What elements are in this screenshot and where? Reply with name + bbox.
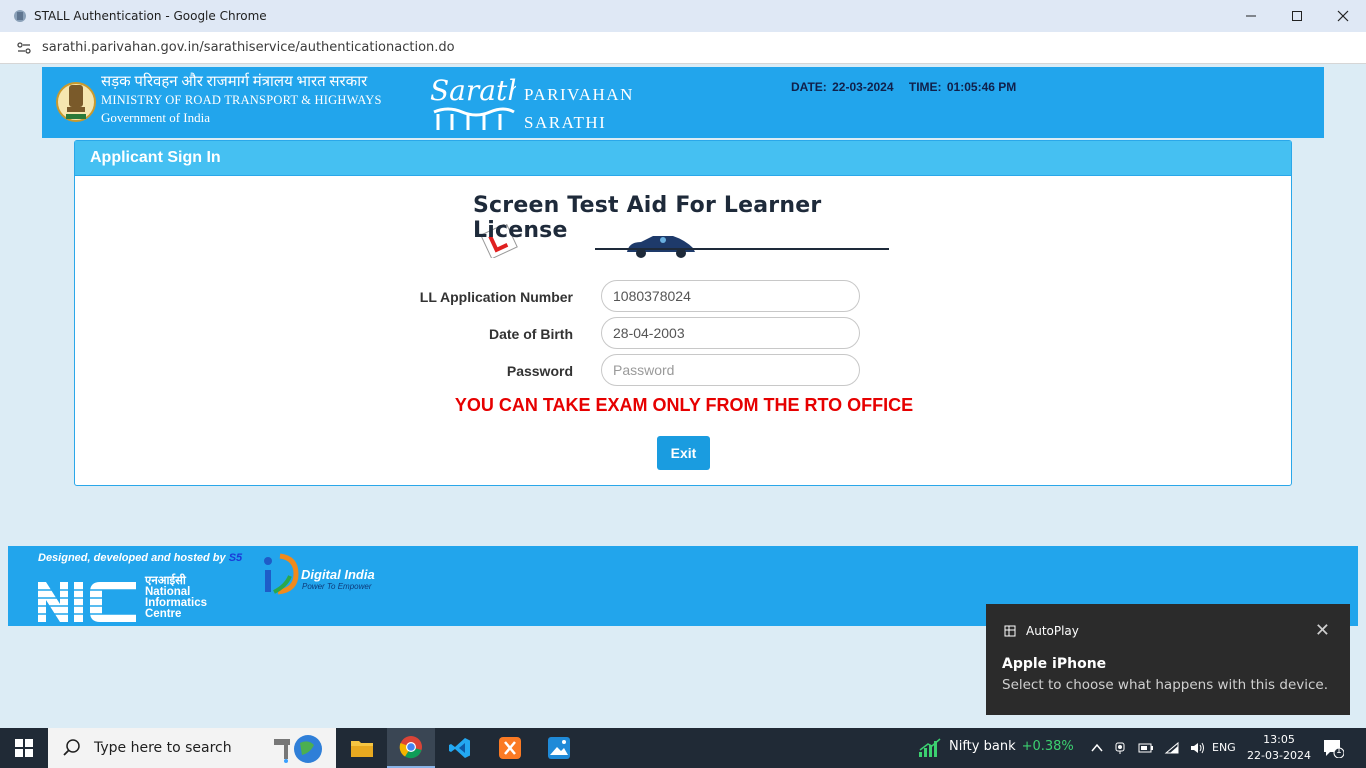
url-text[interactable]: sarathi.parivahan.gov.in/sarathiservice/… <box>42 40 455 55</box>
browser-title-bar: STALL Authentication - Google Chrome <box>0 0 1366 32</box>
brand-name: PARIVAHAN SARATHI <box>524 81 634 137</box>
dob-label: Date of Birth <box>489 326 573 342</box>
password-input[interactable] <box>601 354 860 386</box>
toast-body: Select to choose what happens with this … <box>1002 677 1329 693</box>
digital-india-logo-icon <box>264 553 299 595</box>
window-title: STALL Authentication - Google Chrome <box>34 9 267 23</box>
taskbar-clock[interactable]: 13:05 22-03-2024 <box>1246 732 1312 764</box>
taskbar-search-box[interactable]: Type here to search <box>48 728 336 768</box>
designed-by-label: Designed, developed and hosted by <box>38 552 226 564</box>
designed-by-brand: S5 <box>228 552 243 564</box>
address-bar[interactable]: sarathi.parivahan.gov.in/sarathiservice/… <box>0 32 1366 64</box>
dob-input[interactable] <box>601 317 860 349</box>
photos-taskbar-icon[interactable] <box>535 728 583 768</box>
close-window-button[interactable] <box>1320 0 1366 32</box>
maximize-icon <box>1292 11 1302 21</box>
digital-india-tagline: Power To Empower <box>302 582 372 591</box>
maximize-button[interactable] <box>1274 0 1320 32</box>
nifty-change: +0.38% <box>1021 739 1074 754</box>
government-label: Government of India <box>101 110 211 125</box>
search-highlight-icon <box>274 735 322 763</box>
date-time: DATE: 22-03-2024 TIME: 01:05:46 PM <box>791 80 1018 94</box>
webcam-icon[interactable] <box>1114 741 1128 755</box>
search-icon <box>63 739 80 756</box>
exit-button[interactable]: Exit <box>657 436 710 470</box>
toast-title: Apple iPhone <box>1002 656 1107 672</box>
svg-text:Sarathi: Sarathi <box>430 74 516 107</box>
windows-logo-icon <box>15 739 33 757</box>
folder-icon <box>351 741 373 757</box>
date-value: 22-03-2024 <box>832 80 894 94</box>
nic-line-centre: Centre <box>145 608 182 620</box>
system-tray <box>1090 728 1206 768</box>
file-explorer-taskbar-icon[interactable] <box>338 728 386 768</box>
app-number-label: LL Application Number <box>419 289 573 305</box>
nic-text: एनआईसी National Informatics Centre <box>145 575 207 620</box>
start-button[interactable] <box>0 728 48 768</box>
wifi-icon[interactable] <box>1164 741 1180 755</box>
date-label: DATE: <box>791 80 827 94</box>
toast-close-icon[interactable]: ✕ <box>1315 620 1330 641</box>
site-header: सड़क परिवहन और राजमार्ग मंत्रालय भारत सर… <box>42 67 1324 138</box>
clock-time: 13:05 <box>1263 733 1295 746</box>
stock-chart-icon <box>919 738 941 757</box>
battery-icon[interactable] <box>1138 741 1154 755</box>
xampp-icon <box>499 737 521 759</box>
learner-license-banner: Screen Test Aid For Learner License <box>473 190 893 258</box>
vscode-taskbar-icon[interactable] <box>436 728 484 768</box>
national-emblem-icon <box>56 82 96 122</box>
minimize-button[interactable] <box>1228 0 1274 32</box>
xampp-taskbar-icon[interactable] <box>486 728 534 768</box>
panel-title: Applicant Sign In <box>75 141 1291 176</box>
minimize-icon <box>1246 15 1256 17</box>
sign-in-panel: Applicant Sign In Screen Test Aid For Le… <box>74 140 1292 486</box>
rto-warning-text: YOU CAN TAKE EXAM ONLY FROM THE RTO OFFI… <box>454 395 914 415</box>
nifty-label: Nifty bank <box>949 739 1016 754</box>
designed-by-text: Designed, developed and hosted by S5 <box>38 552 242 564</box>
password-label: Password <box>506 363 573 379</box>
sarathi-logo-icon: Sarathi <box>430 74 516 130</box>
page-favicon-icon <box>14 10 26 22</box>
clock-date: 22-03-2024 <box>1247 749 1311 762</box>
digital-india-text: Digital India <box>301 567 375 582</box>
notification-count: 1 <box>1336 746 1342 756</box>
ministry-english: MINISTRY OF ROAD TRANSPORT & HIGHWAYS <box>101 93 382 107</box>
app-number-input[interactable] <box>601 280 860 312</box>
search-placeholder: Type here to search <box>94 740 232 756</box>
banner-underline <box>595 248 889 250</box>
vscode-icon <box>449 738 470 758</box>
time-label: TIME: <box>908 80 942 94</box>
notification-center-button[interactable]: 1 <box>1322 738 1345 759</box>
brand-line-parivahan: PARIVAHAN <box>524 85 634 104</box>
volume-icon[interactable] <box>1190 741 1206 755</box>
ministry-block: सड़क परिवहन और राजमार्ग मंत्रालय भारत सर… <box>101 73 382 127</box>
autoplay-icon <box>1004 625 1016 637</box>
ministry-hindi: सड़क परिवहन और राजमार्ग मंत्रालय भारत सर… <box>101 74 368 90</box>
autoplay-notification[interactable]: AutoPlay ✕ Apple iPhone Select to choose… <box>986 604 1350 715</box>
nic-logo-icon <box>38 582 138 622</box>
site-settings-icon[interactable] <box>16 40 32 56</box>
chrome-icon <box>399 736 422 759</box>
car-icon <box>627 236 695 258</box>
input-language[interactable]: ENG <box>1212 741 1236 754</box>
photos-icon <box>548 737 570 759</box>
time-value: 01:05:46 PM <box>946 80 1017 94</box>
brand-line-sarathi: SARATHI <box>524 113 607 132</box>
nifty-widget[interactable]: Nifty bank +0.38% <box>949 739 1074 754</box>
toast-app-name: AutoPlay <box>1026 624 1079 638</box>
chevron-up-icon[interactable] <box>1090 741 1104 755</box>
close-icon <box>1337 10 1349 22</box>
windows-taskbar: Type here to search Nifty bank +0.38% EN… <box>0 728 1366 768</box>
chrome-taskbar-icon[interactable] <box>387 728 435 768</box>
